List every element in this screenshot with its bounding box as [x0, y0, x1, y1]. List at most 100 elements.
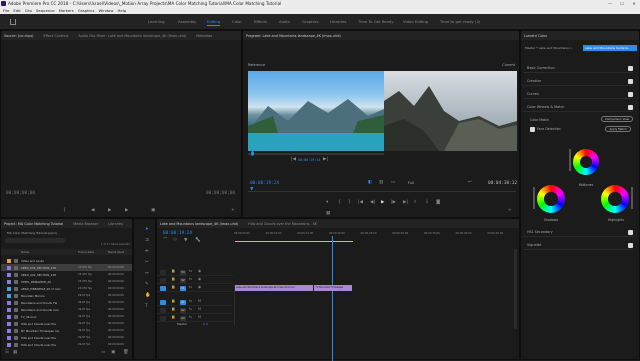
shadows-wheel[interactable] [537, 185, 565, 213]
project-item-row[interactable]: AERO_002_SECTION_136 23.976 fps 00:00:00:0… [1, 271, 132, 278]
section-vignette[interactable]: Vignette [523, 241, 633, 250]
fit-dropdown[interactable]: Full [408, 181, 414, 185]
step-back-icon[interactable]: ◀ [91, 208, 94, 214]
project-item-row[interactable]: TV_44.mov 29.97 fps 00:00:00:00 [1, 313, 132, 320]
track-lock-icon[interactable]: 🔒 [171, 277, 175, 281]
clip-lake-mountains[interactable]: Lake and Mountains landscape 4K Imax-uhd… [234, 285, 313, 291]
ws-editing[interactable]: Editing [207, 19, 221, 26]
ref-mark-in-icon[interactable]: |◀ [291, 157, 296, 163]
track-sync-icon[interactable]: ⇆ [189, 307, 192, 311]
prog-play-icon[interactable]: ▶ [381, 200, 384, 206]
swap-icon[interactable]: ↩ [468, 180, 472, 186]
list-view-icon[interactable]: ☰ [5, 350, 9, 356]
track-sync-icon[interactable]: ⇆ [189, 285, 192, 289]
marker-icon[interactable]: ▼ [184, 238, 187, 244]
menu-graphics[interactable]: Graphics [78, 8, 95, 13]
menu-edit[interactable]: Edit [13, 8, 20, 13]
hsl-checkbox[interactable] [628, 230, 633, 235]
hand-tool-icon[interactable]: ✋ [145, 293, 151, 299]
prog-extract-icon[interactable]: ⇩ [425, 200, 429, 206]
track-visibility-icon[interactable]: M [198, 307, 201, 311]
track-select-tool-icon[interactable]: ⇉ [145, 238, 149, 244]
menu-help[interactable]: Help [118, 8, 127, 13]
home-icon[interactable] [10, 19, 16, 25]
menu-sequence[interactable]: Sequence [36, 8, 55, 13]
project-item-row[interactable]: Hills and Clouds over the 29.97 fps 00:00:… [1, 334, 132, 341]
track-lock-icon[interactable]: 🔒 [171, 307, 175, 311]
timeline-scrollbar[interactable] [514, 249, 517, 329]
project-item-row[interactable]: Hills and Clouds over the 29.97 fps 00:00:… [1, 320, 132, 327]
section-curves[interactable]: Curves [523, 90, 633, 99]
wrench-icon[interactable]: 🔧 [195, 238, 201, 244]
section-basic-correction[interactable]: Basic Correction [523, 64, 633, 73]
mark-in-icon[interactable]: { [63, 208, 66, 214]
midtones-slider[interactable] [569, 149, 571, 171]
ws-video-editing[interactable]: Video Editing [403, 19, 428, 24]
project-item-row[interactable]: Video and Looks [1, 257, 132, 264]
split-view-icon[interactable]: ◧ [368, 180, 372, 186]
track-visibility-icon[interactable]: M [198, 315, 201, 319]
tab-timeline-1[interactable]: Lake and Mountains landscape_4K (Imax-uh… [160, 222, 238, 226]
icon-view-icon[interactable]: ▦ [13, 350, 17, 356]
project-item-row[interactable]: AERO_PINEAPPLE_02 (3.mov 23.976 fps 00:00:… [1, 285, 132, 292]
color-wheels-checkbox[interactable] [628, 105, 633, 110]
tab-metadata[interactable]: Metadata [196, 34, 212, 38]
basic-correction-checkbox[interactable] [628, 66, 633, 71]
prog-back-icon[interactable]: ◀| [370, 200, 375, 206]
prog-go-in-icon[interactable]: } [348, 200, 351, 206]
project-item-row[interactable]: NY Mountain Timelapse mo 29.97 fps 00:00:0… [1, 327, 132, 334]
track-visibility-icon[interactable]: ◉ [198, 277, 201, 281]
curves-checkbox[interactable] [628, 92, 633, 97]
apply-match-button[interactable]: Apply Match [605, 126, 631, 132]
comparison-view-button[interactable]: Comparison View [601, 116, 633, 122]
clear-icon[interactable]: 🗑 [123, 350, 129, 356]
ref-step-forward-icon[interactable]: ▶| [323, 157, 328, 163]
menu-clip[interactable]: Clip [25, 8, 32, 13]
track-target-toggle[interactable] [160, 278, 166, 283]
prog-add-button-icon[interactable]: + [508, 208, 512, 214]
col-name[interactable]: Name [21, 250, 29, 254]
prog-step-back-icon[interactable]: |◀ [358, 200, 363, 206]
pen-tool-icon[interactable]: ✎ [145, 282, 149, 288]
razor-tool-icon[interactable]: ✂ [145, 260, 149, 266]
track-sync-icon[interactable]: ⇆ [189, 315, 192, 319]
project-item-row[interactable]: STEEL_PINEAPPLE_2X 23.976 fps 00:00:00:00 [1, 278, 132, 285]
track-target-toggle[interactable] [160, 270, 166, 275]
tab-source[interactable]: Source: (no clips) [4, 34, 33, 38]
linked-icon[interactable]: ⚇ [173, 238, 177, 244]
tab-audio-clip-mixer[interactable]: Audio Clip Mixer: Lake and Mountains lan… [78, 34, 186, 38]
track-target-toggle[interactable] [160, 316, 166, 321]
ws-effects[interactable]: Effects [254, 19, 267, 24]
tab-program[interactable]: Program: Lake and Mountains landscape_4K… [246, 34, 341, 38]
ripple-edit-tool-icon[interactable]: ⇹ [145, 249, 149, 255]
prog-export-frame-icon[interactable]: ◙ [436, 200, 440, 206]
new-bin-icon[interactable]: ▭ [101, 350, 105, 356]
shadows-slider[interactable] [533, 187, 535, 209]
tab-libraries[interactable]: Libraries [108, 222, 123, 226]
section-hsl-secondary[interactable]: HSL Secondary [523, 228, 633, 237]
timeline-playhead[interactable] [332, 236, 333, 361]
track-lock-icon[interactable]: 🔒 [171, 269, 175, 273]
add-button-icon[interactable]: + [231, 208, 235, 214]
ws-assembly[interactable]: Assembly [178, 19, 196, 24]
highlights-slider[interactable] [631, 187, 633, 209]
tab-effect-controls[interactable]: Effect Controls [43, 34, 68, 38]
track-lock-icon[interactable]: 🔒 [171, 315, 175, 319]
vignette-checkbox[interactable] [628, 243, 633, 248]
menu-window[interactable]: Window [99, 8, 114, 13]
work-area-bar[interactable] [235, 241, 353, 242]
ws-graphics[interactable]: Graphics [302, 19, 319, 24]
track-sync-icon[interactable]: ⇆ [189, 269, 192, 273]
ws-libraries[interactable]: Libraries [330, 19, 346, 24]
ws-time-to-get-ready[interactable]: Time To Get Ready [358, 19, 393, 24]
project-item-row[interactable]: Hills and Clouds over the 29.97 fps 00:00:… [1, 341, 132, 348]
tab-lumetri[interactable]: Lumetri Color [524, 34, 547, 38]
slip-tool-icon[interactable]: ↔ [145, 271, 149, 277]
tab-media-browser[interactable]: Media Browser [73, 222, 98, 226]
project-item-row[interactable]: Mountain Mirrors 29.97 fps 00:00:00:00 [1, 292, 132, 299]
track-target-toggle[interactable] [160, 286, 166, 291]
track-target-toggle[interactable] [160, 308, 166, 313]
close-button[interactable]: ✕ [628, 0, 640, 7]
section-color-wheels[interactable]: Color Wheels & Match [523, 103, 633, 112]
track-lock-icon[interactable]: 🔒 [171, 285, 175, 289]
